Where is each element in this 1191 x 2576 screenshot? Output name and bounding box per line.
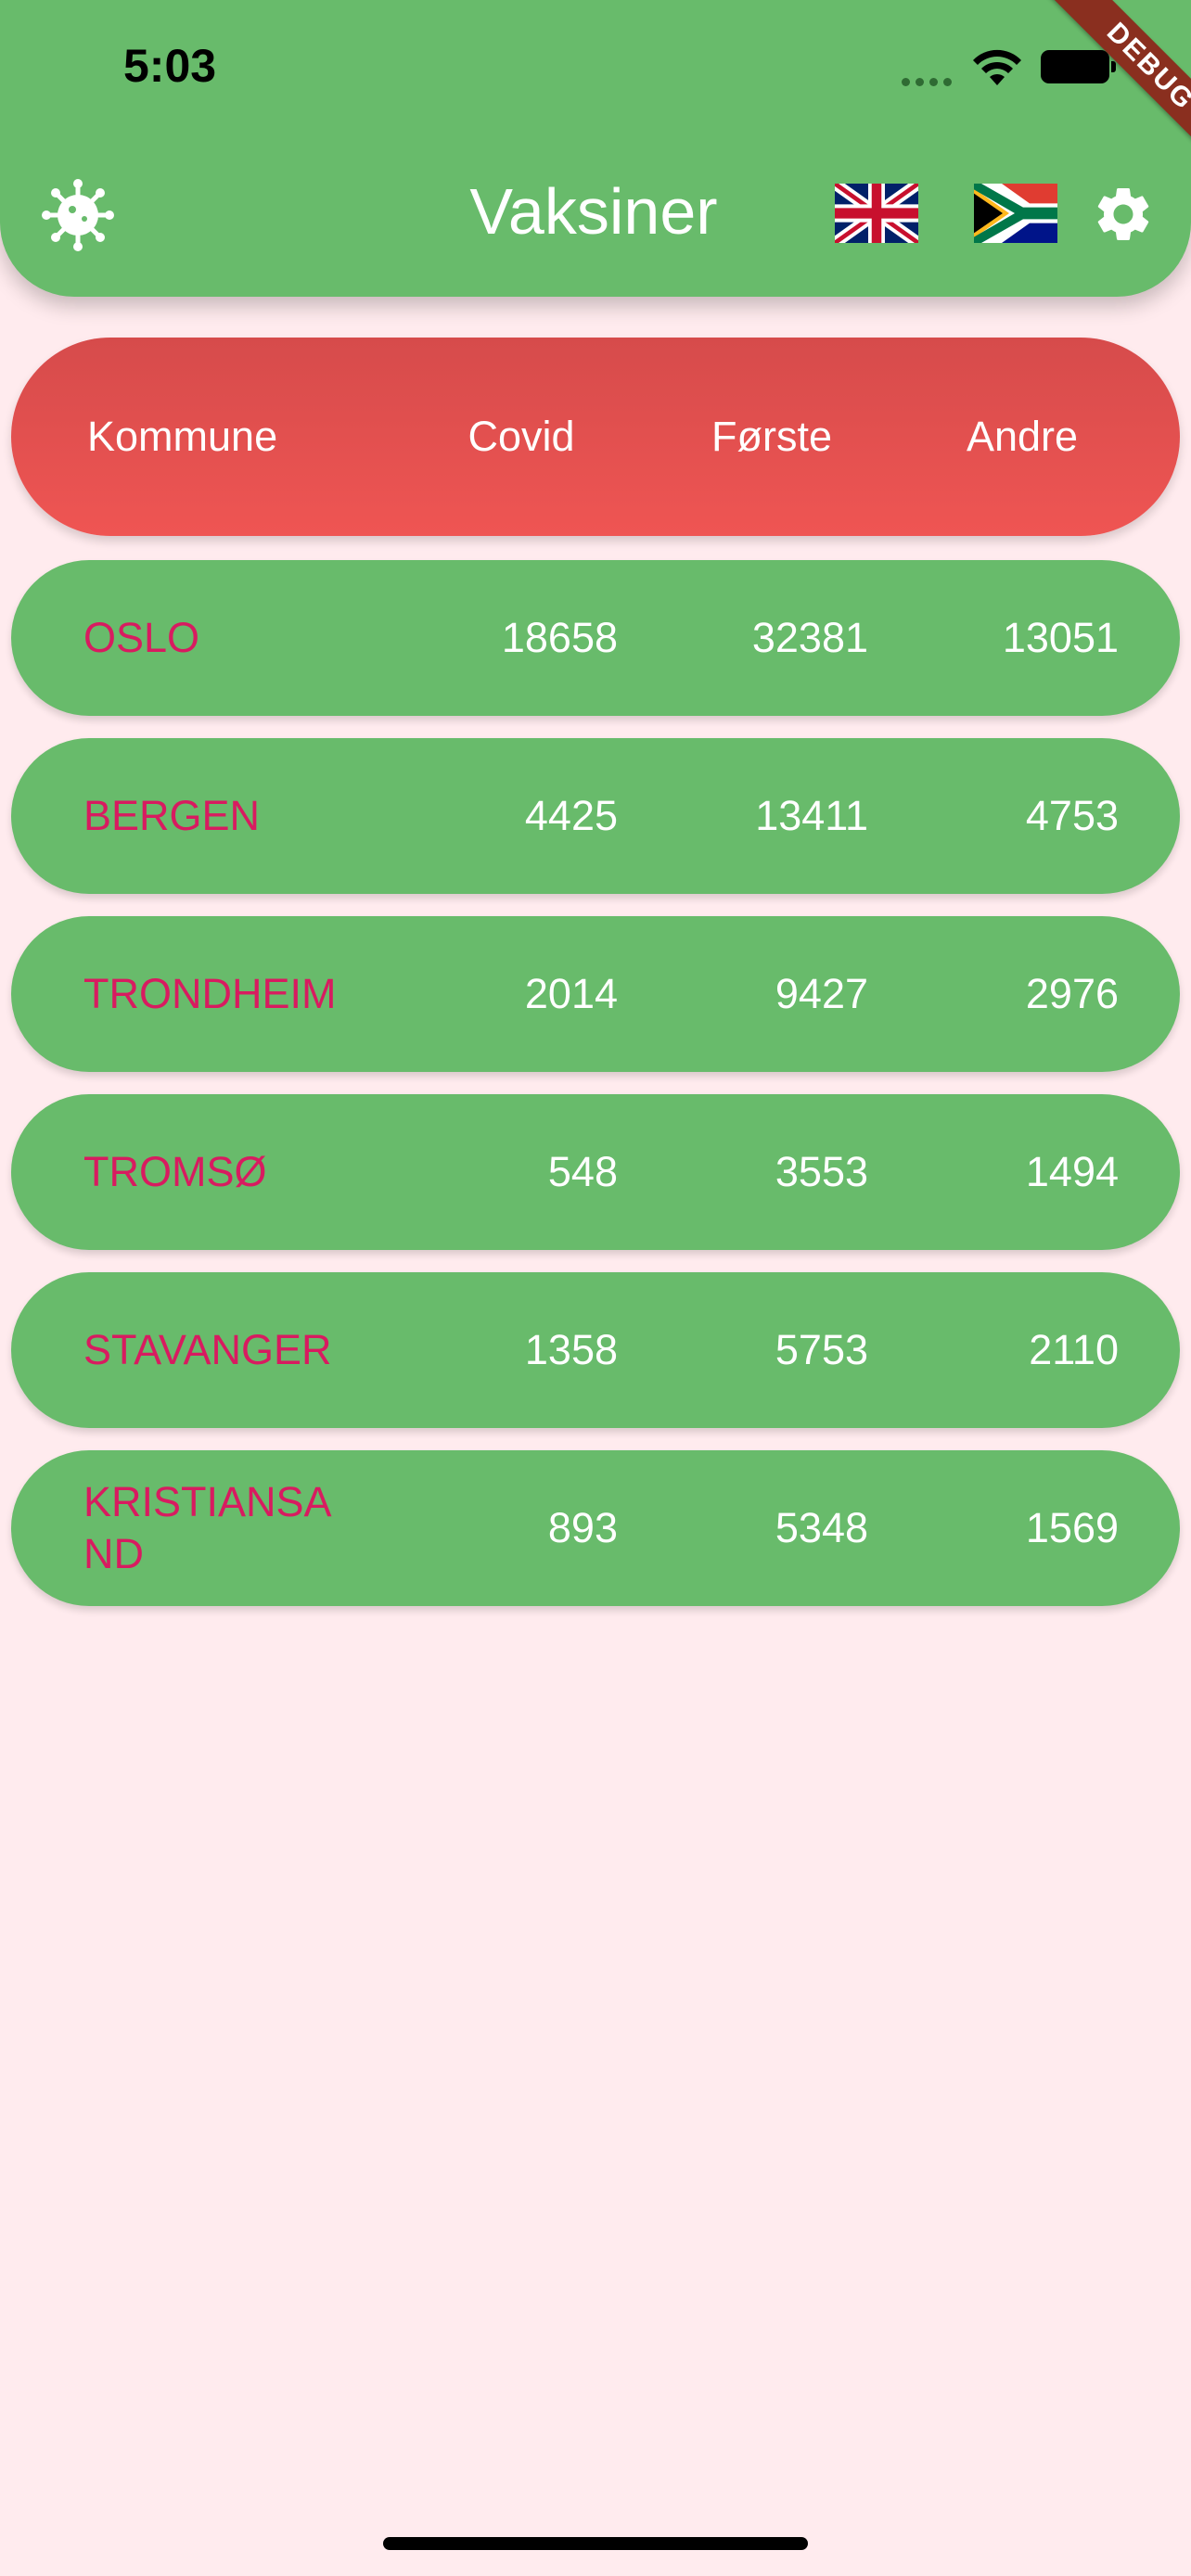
row-andre: 2976 bbox=[1025, 970, 1119, 1017]
header-kommune: Kommune bbox=[87, 413, 278, 460]
header-andre: Andre bbox=[966, 413, 1079, 460]
gear-icon[interactable] bbox=[1091, 182, 1156, 247]
table-row[interactable]: BERGEN 4425 13411 4753 bbox=[11, 738, 1180, 894]
table-row[interactable]: TROMSØ 548 3553 1494 bbox=[11, 1094, 1180, 1250]
row-covid: 1358 bbox=[524, 1326, 618, 1373]
row-kommune: TRONDHEIM bbox=[83, 970, 337, 1017]
signal-icon bbox=[902, 74, 957, 86]
row-andre: 1494 bbox=[1025, 1148, 1119, 1195]
row-covid: 2014 bbox=[524, 970, 618, 1017]
home-indicator[interactable] bbox=[383, 2537, 808, 2550]
uk-flag-icon[interactable] bbox=[835, 184, 918, 243]
row-forste: 3553 bbox=[775, 1148, 868, 1195]
row-forste: 5348 bbox=[775, 1504, 868, 1551]
table-row[interactable]: OSLO 18658 32381 13051 bbox=[11, 560, 1180, 716]
row-kommune: KRISTIANSAND bbox=[83, 1478, 332, 1577]
screen: 5:03 Vaksiner DEBUG Kommune Covid Første… bbox=[0, 0, 1191, 2576]
row-forste: 9427 bbox=[775, 970, 868, 1017]
row-covid: 4425 bbox=[524, 792, 618, 839]
row-covid: 548 bbox=[547, 1148, 618, 1195]
app-bar: 5:03 Vaksiner DEBUG bbox=[0, 0, 1191, 297]
south-africa-flag-icon[interactable] bbox=[974, 184, 1057, 243]
header-forste: Første bbox=[711, 413, 832, 460]
row-covid: 893 bbox=[547, 1504, 618, 1551]
row-andre: 4753 bbox=[1025, 792, 1119, 839]
row-andre: 13051 bbox=[1002, 614, 1119, 661]
row-forste: 13411 bbox=[755, 792, 868, 839]
table-header: Kommune Covid Første Andre bbox=[11, 338, 1180, 536]
row-covid: 18658 bbox=[501, 614, 618, 661]
row-andre: 1569 bbox=[1025, 1504, 1119, 1551]
virus-icon[interactable] bbox=[41, 178, 115, 252]
wifi-icon bbox=[973, 49, 1021, 85]
table-row[interactable]: KRISTIANSAND 893 5348 1569 bbox=[11, 1450, 1180, 1606]
battery-icon bbox=[1041, 50, 1116, 83]
row-forste: 32381 bbox=[751, 614, 868, 661]
table-row[interactable]: STAVANGER 1358 5753 2110 bbox=[11, 1272, 1180, 1428]
status-time: 5:03 bbox=[123, 40, 217, 92]
row-kommune: BERGEN bbox=[83, 792, 261, 839]
table-row[interactable]: TRONDHEIM 2014 9427 2976 bbox=[11, 916, 1180, 1072]
row-forste: 5753 bbox=[775, 1326, 868, 1373]
row-andre: 2110 bbox=[1029, 1326, 1119, 1373]
row-kommune: OSLO bbox=[83, 614, 200, 661]
row-kommune: STAVANGER bbox=[83, 1326, 332, 1373]
row-kommune: TROMSØ bbox=[83, 1148, 267, 1195]
header-covid: Covid bbox=[467, 413, 575, 460]
app-title: Vaksiner bbox=[469, 175, 718, 248]
